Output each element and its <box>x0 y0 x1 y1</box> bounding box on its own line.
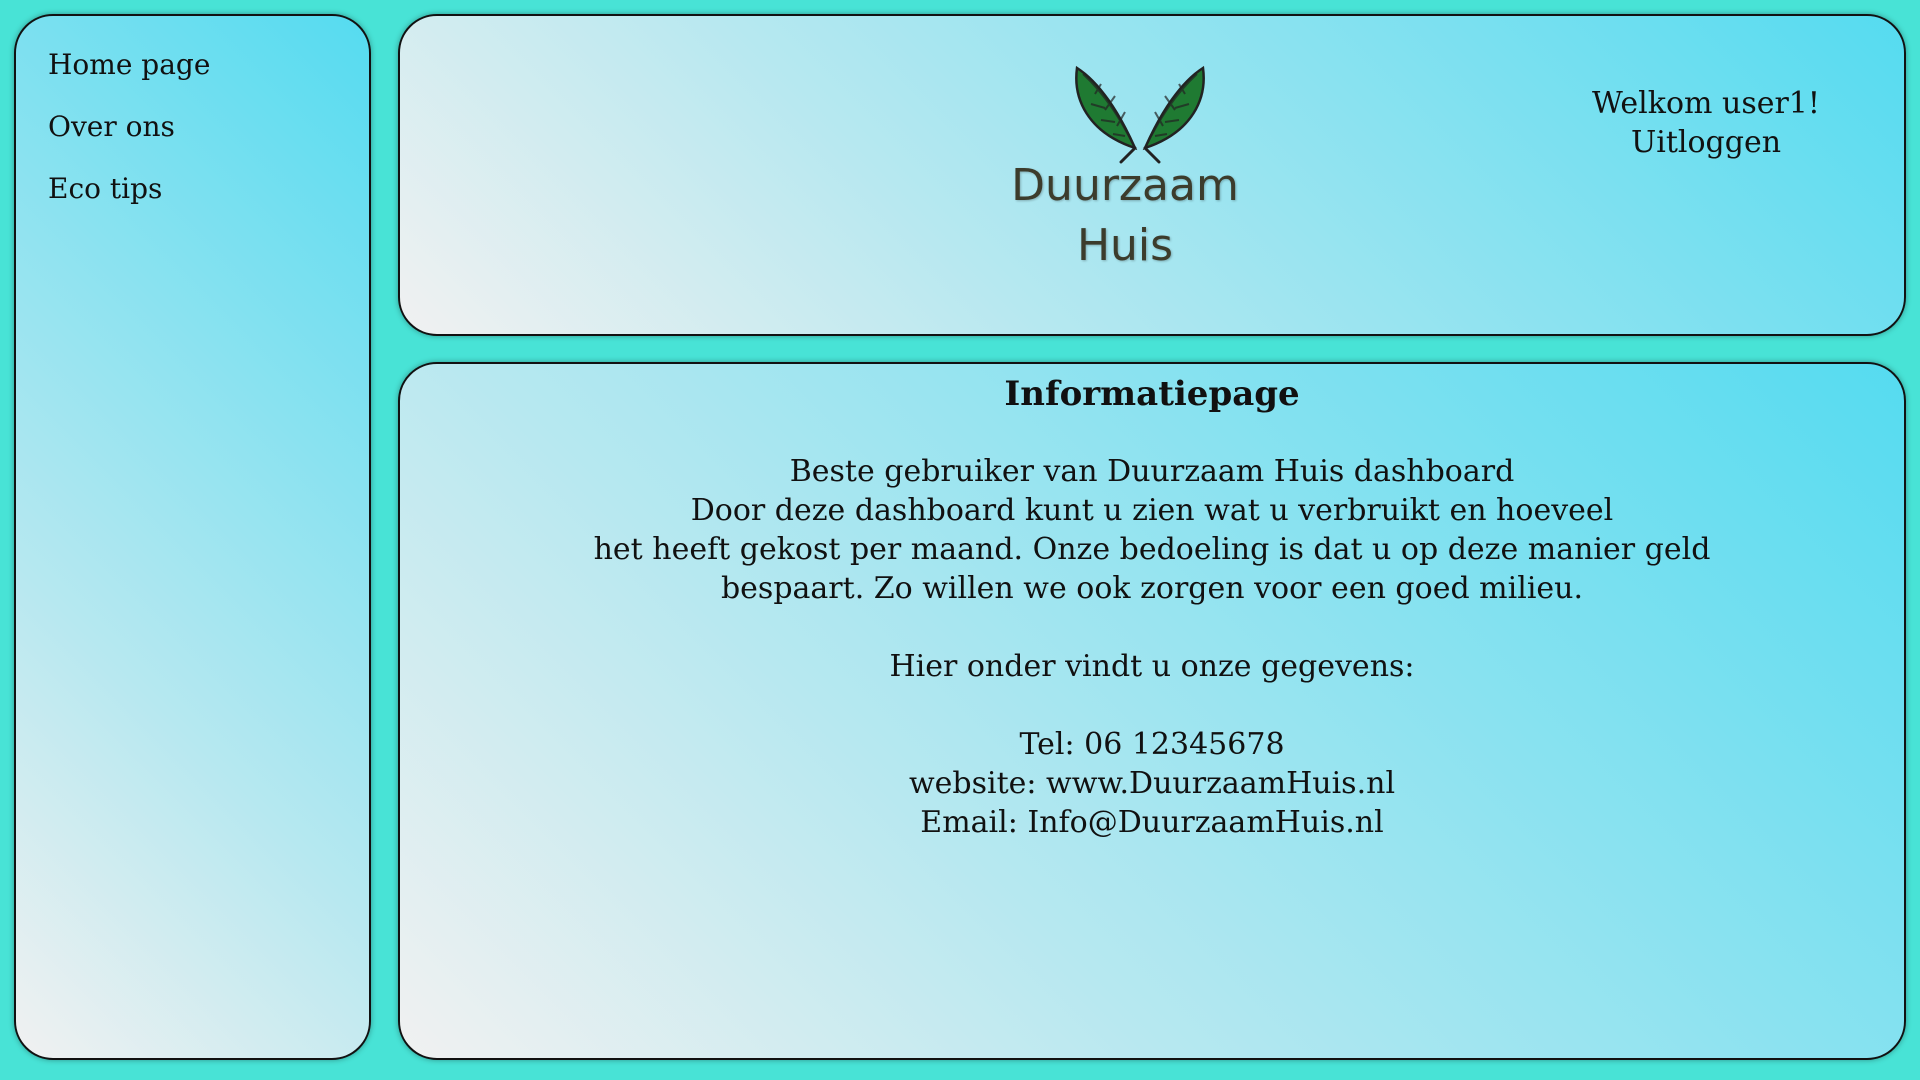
logo-text-duurzaam: Duurzaam <box>1011 160 1239 211</box>
logout-link[interactable]: Uitloggen <box>1586 123 1826 162</box>
info-paragraph-line: bespaart. Zo willen we ook zorgen voor e… <box>720 571 1584 606</box>
sidebar-item-home-page[interactable]: Home page <box>48 48 210 82</box>
info-text: Beste gebruiker van Duurzaam Huis dashbo… <box>400 452 1904 842</box>
logo-text-huis: Huis <box>1076 220 1174 271</box>
page-title: Informatiepage <box>1004 374 1300 414</box>
leaves-icon <box>1075 65 1205 164</box>
sidebar: Home page Over ons Eco tips <box>14 14 371 1060</box>
contact-phone: Tel: 06 12345678 <box>1019 727 1285 762</box>
sidebar-item-eco-tips[interactable]: Eco tips <box>48 172 162 206</box>
contact-email: Email: Info@DuurzaamHuis.nl <box>920 805 1384 840</box>
contact-intro: Hier onder vindt u onze gegevens: <box>889 649 1415 684</box>
logo: Duurzaam Huis <box>1010 64 1240 270</box>
header: Duurzaam Huis Welkom user1! Uitloggen <box>398 14 1906 336</box>
contact-website: website: www.DuurzaamHuis.nl <box>908 766 1396 801</box>
user-box: Welkom user1! Uitloggen <box>1586 84 1826 162</box>
welcome-text: Welkom user1! <box>1592 86 1820 121</box>
sidebar-item-over-ons[interactable]: Over ons <box>48 110 175 144</box>
info-paragraph-line: Door deze dashboard kunt u zien wat u ve… <box>690 493 1614 528</box>
info-paragraph-line: Beste gebruiker van Duurzaam Huis dashbo… <box>789 454 1515 489</box>
info-paragraph-line: het heeft gekost per maand. Onze bedoeli… <box>593 532 1711 567</box>
main-content: Informatiepage Beste gebruiker van Duurz… <box>398 362 1906 1060</box>
